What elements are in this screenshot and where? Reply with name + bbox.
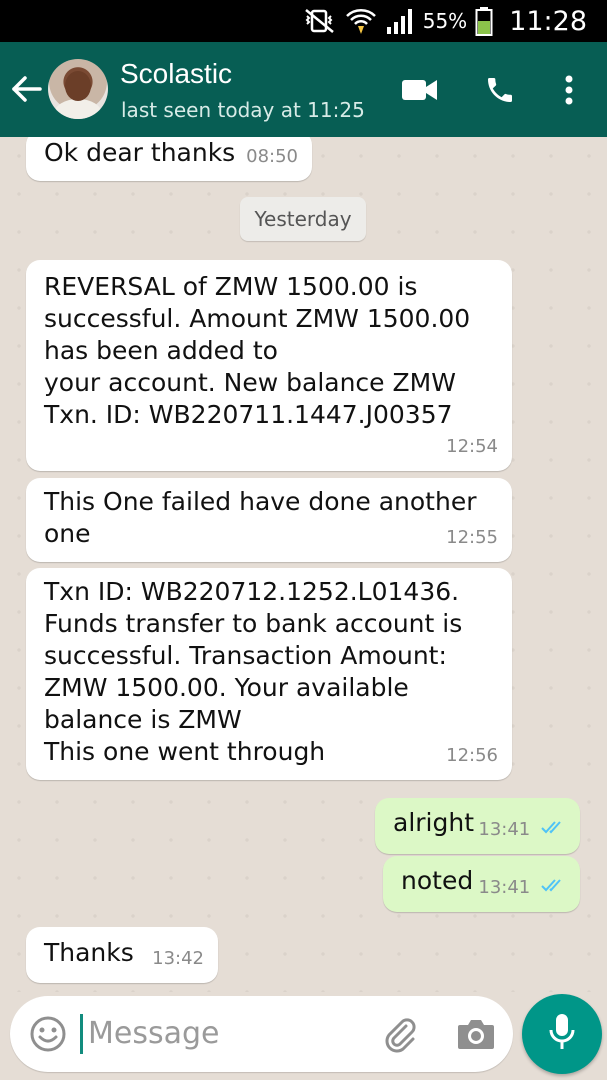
- message-bubble-incoming[interactable]: Thanks 13:42: [26, 927, 218, 983]
- wifi-icon: [345, 6, 377, 36]
- message-time: 12:54: [446, 436, 498, 457]
- message-bubble-outgoing[interactable]: alright 13:41: [375, 798, 580, 854]
- battery-percent: 55%: [422, 9, 468, 33]
- chat-header: Scolastic last seen today at 11:25: [0, 42, 607, 137]
- message-input[interactable]: Message: [88, 1014, 219, 1054]
- message-time: 13:41: [478, 819, 531, 840]
- contact-avatar[interactable]: [48, 59, 108, 119]
- status-clock: 11:28: [509, 5, 587, 37]
- message-time: 13:41: [478, 877, 531, 898]
- read-receipt-ticks-icon: [540, 872, 568, 904]
- chat-area[interactable]: Ok dear thanks 08:50 Yesterday REVERSAL …: [0, 137, 607, 992]
- message-bubble-outgoing[interactable]: noted 13:41: [383, 856, 580, 912]
- message-text: REVERSAL of ZMW 1500.00 is successful. A…: [44, 272, 471, 429]
- message-bubble-incoming[interactable]: REVERSAL of ZMW 1500.00 is successful. A…: [26, 260, 512, 471]
- message-meta: 13:41: [478, 814, 568, 846]
- camera-icon[interactable]: [456, 1016, 496, 1057]
- read-receipt-ticks-icon: [540, 814, 568, 846]
- mic-button[interactable]: [522, 994, 602, 1074]
- status-bar: 55% 11:28: [0, 0, 607, 42]
- battery-icon: [475, 6, 493, 36]
- mic-icon: [547, 1012, 577, 1057]
- more-options-icon[interactable]: [556, 70, 582, 110]
- video-call-icon[interactable]: [400, 70, 440, 110]
- message-text: This One failed have done another one: [44, 487, 477, 548]
- back-arrow-icon[interactable]: [10, 72, 44, 106]
- contact-name[interactable]: Scolastic: [120, 58, 232, 90]
- message-time: 08:50: [246, 146, 298, 167]
- emoji-icon[interactable]: [28, 1014, 68, 1059]
- message-composer[interactable]: Message: [10, 996, 513, 1072]
- message-bubble-incoming[interactable]: This One failed have done another one 12…: [26, 478, 512, 562]
- date-divider: Yesterday: [240, 197, 366, 241]
- message-time: 12:56: [446, 745, 498, 766]
- text-cursor: [80, 1014, 83, 1054]
- status-icons: 55% 11:28: [303, 0, 587, 42]
- signal-icon: [385, 7, 415, 35]
- message-bubble-incoming[interactable]: Txn ID: WB220712.1252.L01436. Funds tran…: [26, 568, 512, 780]
- message-bubble-incoming[interactable]: Ok dear thanks 08:50: [26, 137, 312, 181]
- message-text: Txn ID: WB220712.1252.L01436. Funds tran…: [44, 577, 463, 766]
- last-seen-status: last seen today at 11:25: [121, 98, 365, 122]
- phone-icon[interactable]: [482, 70, 518, 110]
- message-meta: 13:41: [478, 872, 568, 904]
- vibrate-icon: [303, 8, 337, 34]
- attach-icon[interactable]: [380, 1014, 420, 1059]
- message-time: 12:55: [446, 527, 498, 548]
- message-time: 13:42: [152, 948, 204, 969]
